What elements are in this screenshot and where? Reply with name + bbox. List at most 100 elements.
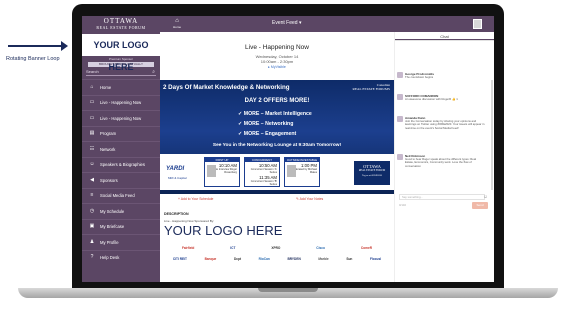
sidebar-item-label: My Profile bbox=[100, 239, 119, 245]
schedule-card: FIRST UP 10:10 AM Keynote Interview Roge… bbox=[204, 157, 240, 187]
send-button[interactable]: Send bbox=[472, 202, 488, 209]
help-icon: ? bbox=[90, 254, 94, 260]
chat-input[interactable]: Say something... bbox=[399, 194, 485, 200]
sidebar-item-label: My Schedule bbox=[100, 208, 125, 214]
add-schedule-button[interactable]: + Add to Your Schedule bbox=[178, 197, 213, 201]
action-row: + Add to Your Schedule ✎ Add Your Notes bbox=[160, 195, 394, 205]
calendar-icon: ▤ bbox=[89, 130, 95, 136]
sidebar-item-label: Live - Happening Now bbox=[100, 115, 142, 121]
clock-icon: ◷ bbox=[89, 207, 95, 214]
network-icon: ☷ bbox=[89, 145, 95, 152]
ottawa-tag: Tag us at #ORE2020 bbox=[362, 174, 382, 177]
home-button[interactable]: ⌂ Home bbox=[170, 18, 184, 30]
speaker-photo bbox=[287, 165, 296, 177]
search-placeholder: Search bbox=[86, 69, 99, 74]
sponsor-logo[interactable]: CITI REIT bbox=[173, 257, 187, 261]
sponsor-logo[interactable]: Cisco bbox=[316, 246, 325, 250]
card-header: OUTSIDE/INVESTABLE bbox=[285, 158, 319, 162]
sponsor-label: Premium Sponsor bbox=[108, 57, 133, 61]
stage: Rotating Banner Loop OTTAWA REAL ESTATE … bbox=[0, 0, 578, 310]
sidebar-item-label: Help Desk bbox=[100, 255, 120, 260]
sponsor-logo[interactable]: Flocusl bbox=[370, 257, 381, 261]
annotation-arrow bbox=[8, 41, 68, 51]
virtual-button[interactable]: BROUGHT TO YOU VIRTUALLY bbox=[88, 62, 154, 67]
megaphone-icon: ◀ bbox=[90, 176, 94, 183]
card-sub: Concurrent Session 'A' Series bbox=[250, 168, 277, 174]
sponsor-logo[interactable]: RioCan bbox=[259, 257, 270, 261]
chat-text: An awesome discussion with RogerR 👍 1 bbox=[405, 97, 458, 101]
sidebar-item[interactable]: ☺ Speakers & Biographies bbox=[82, 156, 160, 173]
sidebar-item[interactable]: ⌂ Home bbox=[82, 79, 160, 95]
sponsor-logo[interactable]: Fairfield bbox=[182, 246, 194, 250]
card-sub: Concurrent Session 'B' Series bbox=[250, 180, 277, 186]
video-player[interactable]: 2 Days Of Market Knowledge & Networking … bbox=[160, 80, 394, 194]
home-icon: ⌂ bbox=[90, 83, 94, 90]
card-header: FIRST UP bbox=[205, 158, 239, 162]
sidebar-item[interactable]: ♟ My Profile bbox=[82, 234, 160, 250]
sidebar-item[interactable]: ▭ Live - Happening Now bbox=[82, 94, 160, 111]
video-bullet: ✓ MORE – Market Intelligence bbox=[238, 111, 312, 117]
chat-panel: Chat George Prodromidis The countdown beg… bbox=[394, 32, 494, 282]
sponsor-logo[interactable]: Sun bbox=[346, 257, 352, 261]
forum-logo-line2: REAL ESTATE FORUM bbox=[96, 25, 146, 30]
top-bar: ⌂ Home Event Feed ▾ bbox=[160, 16, 494, 32]
emoji-icon[interactable]: ☺ bbox=[483, 194, 488, 200]
ottawa-logo: OTTAWA REAL ESTATE FORUM Tag us at #ORE2… bbox=[354, 161, 390, 185]
sidebar-item[interactable]: ☷ Network bbox=[82, 141, 160, 157]
sidebar-item-label: Live - Happening Now bbox=[100, 100, 142, 105]
sidebar-item[interactable]: ◷ My Schedule bbox=[82, 203, 160, 219]
laptop-notch bbox=[258, 288, 318, 292]
sidebar-item[interactable]: ▤ Program bbox=[82, 125, 160, 142]
search-input[interactable]: Search ⌕ bbox=[86, 69, 156, 76]
avatar[interactable] bbox=[397, 154, 403, 160]
chat-tabs: Chat bbox=[395, 32, 494, 41]
sidebar-item[interactable]: ▣ My Briefcase bbox=[82, 218, 160, 235]
sponsor-logo[interactable]: ComeR bbox=[361, 246, 372, 250]
add-notes-button[interactable]: ✎ Add Your Notes bbox=[296, 197, 323, 201]
avatar[interactable] bbox=[397, 116, 403, 122]
search-icon[interactable]: ⌕ bbox=[152, 69, 155, 75]
forum-logo-line1: OTTAWA bbox=[103, 17, 139, 25]
yardi-sub: MRI & Capital bbox=[168, 176, 187, 180]
video-schedule-strip: YARDI MRI & Capital FIRST UP 10:10 AM Ke… bbox=[160, 154, 394, 190]
add-calendar-link[interactable]: ▸ MyVisible bbox=[160, 65, 394, 69]
ottawa-line1: OTTAWA bbox=[363, 164, 381, 169]
sponsor-row: Fairfield ICT XPRO Cisco ComeR bbox=[164, 242, 390, 253]
sponsor-logo-placeholder[interactable]: YOUR LOGO HERE bbox=[164, 223, 282, 238]
sponsor-logo[interactable]: Marble bbox=[318, 257, 328, 261]
sidebar-item[interactable]: ? Help Desk bbox=[82, 249, 160, 266]
sidebar-item-label: Social Media Feed bbox=[100, 193, 135, 198]
yardi-logo: YARDI bbox=[166, 166, 185, 172]
sidebar-item[interactable]: ▭ Live - Happening Now bbox=[82, 110, 160, 126]
sponsor-logo[interactable]: BRYDEN bbox=[287, 257, 300, 261]
briefcase-icon: ▣ bbox=[89, 223, 95, 229]
forum-logo[interactable]: OTTAWA REAL ESTATE FORUM bbox=[82, 16, 160, 34]
sidebar-item-label: Home bbox=[100, 84, 112, 90]
sidebar-item-label: Sponsors bbox=[100, 177, 118, 183]
sponsor-logo[interactable]: ICT bbox=[230, 246, 235, 250]
chat-text: The countdown begins bbox=[405, 75, 434, 79]
event-feed-dropdown[interactable]: Event Feed ▾ bbox=[272, 20, 301, 26]
chat-scrollbar[interactable] bbox=[491, 80, 493, 190]
laptop-screen: OTTAWA REAL ESTATE FORUM YOUR LOGO HERE … bbox=[82, 16, 494, 282]
avatar[interactable] bbox=[397, 72, 403, 78]
sidebar-item[interactable]: ◀ Sponsors bbox=[82, 172, 160, 188]
feed-icon: ≡ bbox=[90, 192, 94, 198]
sidebar-item-label: Program bbox=[100, 131, 117, 136]
sponsor-logo[interactable]: XPRO bbox=[271, 246, 280, 250]
avatar[interactable] bbox=[397, 94, 403, 100]
sidebar-item-label: Network bbox=[100, 146, 116, 152]
sponsor-logo[interactable]: Dcpt bbox=[234, 257, 241, 261]
rotating-banner[interactable]: YOUR LOGO HERE bbox=[82, 34, 160, 72]
description-label: DESCRIPTION bbox=[164, 212, 189, 216]
sponsor-logo[interactable]: Banque bbox=[205, 257, 217, 261]
sponsor-logos: Fairfield ICT XPRO Cisco ComeR CITI REIT Banq… bbox=[164, 242, 390, 264]
user-avatar[interactable] bbox=[473, 19, 482, 29]
schedule-card: CONCURRENT SESSIONS 10:50 AM Concurrent … bbox=[244, 157, 280, 187]
tab-chat[interactable]: Chat bbox=[395, 32, 494, 40]
tv-icon: ▭ bbox=[89, 99, 95, 105]
sidebar-item-label: Speakers & Biographies bbox=[100, 162, 145, 167]
video-bullet: ✓ MORE – Engagement bbox=[238, 131, 297, 137]
page-title: Live - Happening Now bbox=[245, 44, 309, 51]
sidebar-item[interactable]: ≡ Social Media Feed bbox=[82, 187, 160, 204]
